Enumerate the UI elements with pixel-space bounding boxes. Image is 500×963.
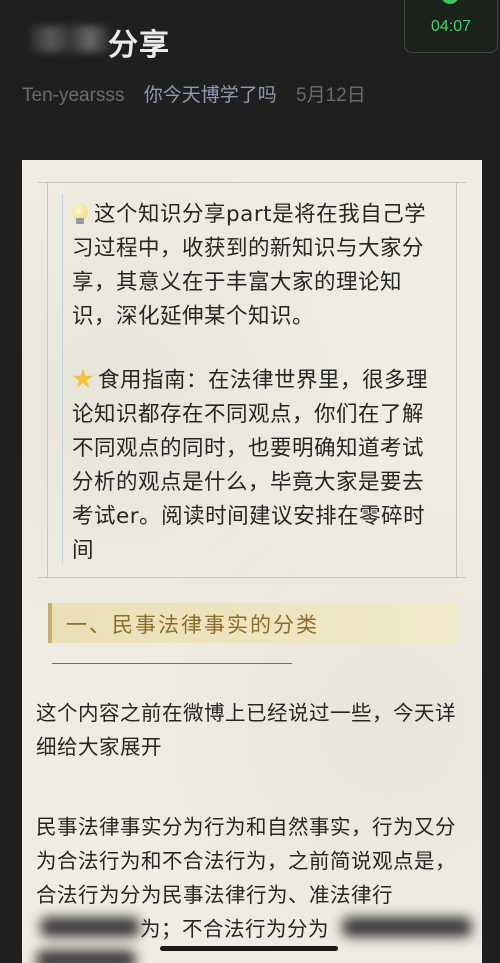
article-meta: Ten-yearsss 你今天博学了吗 5月12日 bbox=[22, 80, 366, 107]
call-duration: 04:07 bbox=[430, 18, 472, 35]
home-indicator[interactable] bbox=[160, 946, 338, 951]
account-link[interactable]: 你今天博学了吗 bbox=[144, 85, 277, 106]
author-name: Ten-yearsss bbox=[22, 85, 125, 106]
publish-date: 5月12日 bbox=[296, 85, 366, 106]
article-body: 这个知识分享part是将在我自己学习过程中，收获到的新知识与大家分享，其意义在于… bbox=[22, 160, 482, 963]
body-paragraph-2: 民事法律事实分为行为和自然事实，行为又分为合法行为和不合法行为，之前简说观点是，… bbox=[36, 815, 456, 907]
blurred-text bbox=[342, 917, 472, 937]
section-title: 一、民事法律事实的分类 bbox=[66, 613, 319, 637]
lightbulb-icon bbox=[72, 204, 88, 224]
intro-paragraph-2: 食用指南：在法律世界里，很多理论知识都存在不同观点，你们在了解不同观点的同时，也… bbox=[72, 368, 429, 563]
blurred-text bbox=[40, 917, 140, 937]
frame-divider bbox=[62, 194, 63, 564]
ongoing-call-pill[interactable]: 04:07 bbox=[404, 0, 498, 53]
phone-call-icon bbox=[441, 0, 459, 4]
article-title: 分享 bbox=[108, 28, 170, 63]
blurred-text bbox=[36, 950, 136, 963]
star-icon bbox=[72, 368, 94, 389]
section-divider bbox=[52, 663, 292, 664]
intro-paragraph-1: 这个知识分享part是将在我自己学习过程中，收获到的新知识与大家分享，其意义在于… bbox=[72, 202, 427, 329]
blurred-title-prefix bbox=[30, 26, 110, 52]
article-header: 分享 04:07 bbox=[0, 0, 500, 75]
section-header: 一、民事法律事实的分类 bbox=[48, 603, 458, 643]
body-paragraph-1: 这个内容之前在微博上已经说过一些，今天详细给大家展开 bbox=[36, 701, 456, 759]
